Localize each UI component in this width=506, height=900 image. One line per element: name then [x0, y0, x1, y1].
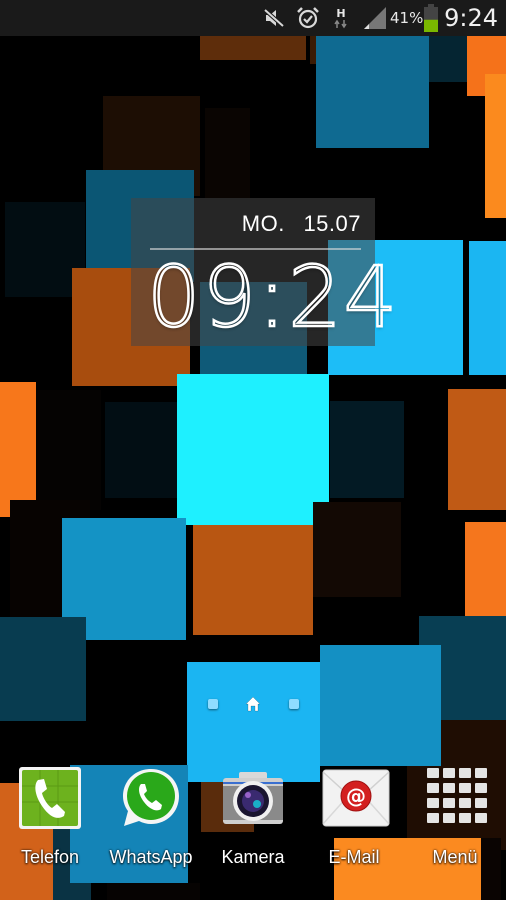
signal-icon [362, 0, 388, 36]
dock-label-menu: Menü [432, 847, 478, 867]
status-clock: 9:24 [444, 4, 498, 32]
status-bar[interactable]: H 41% 9:24 [0, 0, 506, 36]
grid-cell [427, 813, 439, 823]
wallpaper-tile [313, 502, 401, 597]
grid-cell [459, 768, 471, 778]
clock-time: 09:24 [146, 247, 400, 348]
dock-label-telefon: Telefon [20, 847, 80, 867]
battery-percent: 41% [390, 9, 424, 27]
battery-icon [423, 0, 439, 36]
wallpaper-tile [105, 402, 177, 498]
email-icon: @ [322, 766, 390, 830]
dock-item-menu[interactable]: Menü [405, 762, 505, 872]
wallpaper-tile [200, 34, 306, 60]
grid-cell [443, 783, 455, 793]
grid-cell [475, 798, 487, 808]
grid-cell [427, 768, 439, 778]
grid-cell [459, 783, 471, 793]
grid-cell [475, 783, 487, 793]
dock-label-email: E-Mail [328, 847, 380, 867]
wallpaper-tile [330, 401, 404, 498]
svg-text:@: @ [346, 784, 366, 808]
grid-cell [443, 768, 455, 778]
grid-cell [459, 813, 471, 823]
alarm-icon [295, 0, 321, 36]
dock-item-kamera[interactable]: Kamera [203, 762, 303, 872]
page-dot-1[interactable] [208, 699, 218, 709]
wallpaper-tile [429, 34, 467, 82]
dock-label-whatsapp: WhatsApp [109, 847, 193, 867]
wallpaper-tile [193, 525, 313, 635]
camera-icon [221, 766, 285, 830]
grid-cell [427, 798, 439, 808]
clock-date-value: 15.07 [303, 211, 361, 236]
clock-date: MO. 15.07 [230, 211, 361, 237]
dock-item-whatsapp[interactable]: WhatsApp [101, 762, 201, 872]
grid-cell [443, 813, 455, 823]
grid-cell [475, 768, 487, 778]
dock-item-email[interactable]: @ E-Mail [304, 762, 404, 872]
wallpaper-tile [177, 374, 329, 525]
clock-weekday: MO. [241, 211, 285, 236]
wallpaper-tile [36, 390, 101, 510]
wallpaper-tile [448, 389, 506, 510]
wallpaper-tile [320, 645, 441, 766]
mute-icon [262, 0, 286, 36]
grid-cell [427, 783, 439, 793]
wallpaper-tile [107, 883, 200, 900]
grid-cell [443, 798, 455, 808]
whatsapp-icon [119, 766, 183, 830]
wallpaper-tile [485, 74, 506, 218]
wallpaper-tile [316, 34, 429, 148]
wallpaper-tile [0, 617, 86, 721]
page-dot-3[interactable] [289, 699, 299, 709]
home-icon[interactable] [245, 696, 261, 712]
app-drawer-icon [423, 766, 487, 830]
dock-label-kamera: Kamera [221, 847, 285, 867]
hspa-data-icon: H [332, 0, 350, 36]
phone-icon [18, 766, 82, 830]
dock: Telefon WhatsApp Kamera @ E-Mail Menü [0, 762, 506, 872]
wallpaper-tile [469, 241, 506, 375]
battery-level [424, 19, 438, 32]
wallpaper-tile [0, 382, 36, 517]
wallpaper-tile [205, 108, 250, 198]
grid-cell [475, 813, 487, 823]
grid-cell [459, 798, 471, 808]
page-indicator [205, 695, 301, 713]
clock-widget[interactable]: MO. 15.07 09:24 [131, 198, 398, 347]
dock-item-telefon[interactable]: Telefon [0, 762, 100, 872]
